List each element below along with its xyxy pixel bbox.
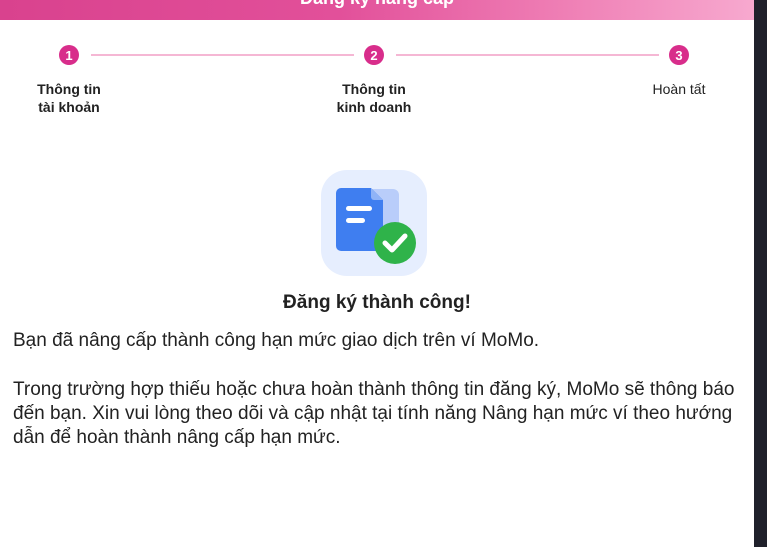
step-1-indicator: 1 (59, 45, 79, 65)
window-edge (754, 0, 767, 547)
success-title: Đăng ký thành công! (283, 292, 471, 313)
step-2-indicator: 2 (364, 45, 384, 65)
document-check-svg (336, 188, 416, 264)
success-message: Bạn đã nâng cấp thành công hạn mức giao … (13, 330, 540, 351)
step-connector (91, 54, 354, 56)
step-connector (396, 54, 659, 56)
step-3-label: Hoàn tất (652, 81, 706, 97)
step-3-indicator: 3 (669, 45, 689, 65)
step-2-label: Thông tin kinh doanh (336, 81, 412, 115)
step-1-label: Thông tin tài khoản (37, 81, 101, 115)
progress-stepper: 1 Thông tin tài khoản 2 Thông tin kinh d… (0, 0, 754, 120)
info-message: Trong trường hợp thiếu hoặc chưa hoàn th… (13, 379, 735, 448)
document-check-icon (321, 170, 427, 276)
